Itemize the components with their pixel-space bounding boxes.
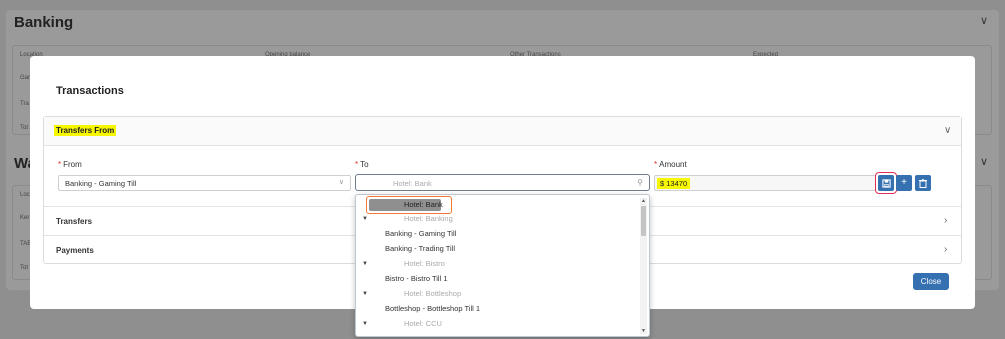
required-marker: *: [58, 160, 62, 169]
option-group: Hotel: Banking: [404, 214, 453, 223]
from-label: * From: [58, 160, 82, 169]
close-button[interactable]: Close: [913, 273, 949, 290]
table-header: Loc: [20, 192, 30, 198]
dropdown-option[interactable]: Banking - Gaming Till: [385, 229, 456, 238]
selected-option[interactable]: Hotel: Bank: [369, 199, 443, 211]
option-group: Hotel: Bottleshop: [404, 289, 462, 298]
amount-value: $ 13470: [657, 178, 691, 189]
chevron-right-icon: ›: [944, 215, 948, 226]
transfers-section-title: Transfers: [56, 217, 93, 226]
page-title: Banking: [14, 14, 74, 31]
save-icon: [881, 178, 891, 188]
payments-section-title: Payments: [56, 246, 94, 255]
dropdown-option[interactable]: Bottleshop - Bottleshop Till 1: [385, 304, 480, 313]
caret-down-icon[interactable]: ▼: [362, 216, 368, 222]
chevron-down-icon[interactable]: ∨: [980, 155, 988, 168]
modal-title: Transactions: [56, 85, 124, 97]
option-group: Hotel: CCU: [404, 319, 442, 328]
transfers-from-header[interactable]: Transfers From ∨: [44, 117, 961, 146]
table-row: Ker: [20, 215, 30, 221]
from-select[interactable]: Banking - Gaming Till ∨: [58, 175, 351, 191]
chevron-right-icon: ›: [944, 244, 948, 255]
to-dropdown-list: Hotel: Bank ▼ Hotel: Banking Banking - G…: [355, 194, 650, 337]
caret-down-icon[interactable]: ▼: [362, 291, 368, 297]
required-marker: *: [654, 160, 658, 169]
amount-label: * Amount: [654, 160, 687, 169]
to-placeholder: Hotel: Bank: [393, 179, 432, 188]
dropdown-option[interactable]: Banking - Trading Till: [385, 244, 455, 253]
table-row: Tot: [20, 265, 29, 271]
to-search-input[interactable]: Hotel: Bank ⚲: [355, 174, 650, 191]
table-row: Tra: [20, 101, 29, 107]
save-button[interactable]: [878, 175, 894, 191]
scroll-down-icon[interactable]: ▼: [640, 328, 647, 334]
caret-down-icon[interactable]: ▼: [362, 261, 368, 267]
chevron-down-icon[interactable]: ∨: [944, 125, 951, 136]
trash-icon: [919, 178, 927, 188]
chevron-down-icon[interactable]: ∨: [980, 14, 988, 27]
required-marker: *: [355, 160, 359, 169]
table-row: Tot: [20, 125, 29, 131]
from-select-value: Banking - Gaming Till: [65, 179, 137, 188]
option-group: Hotel: Bistro: [404, 259, 445, 268]
transfers-from-title: Transfers From: [54, 125, 117, 136]
dropdown-scrollbar[interactable]: ▲ ▼: [640, 198, 647, 334]
chevron-down-icon: ∨: [338, 179, 344, 186]
dropdown-option[interactable]: Bistro - Bistro Till 1: [385, 274, 448, 283]
caret-down-icon[interactable]: ▼: [362, 321, 368, 327]
add-button[interactable]: +: [896, 175, 912, 191]
search-icon: ⚲: [637, 178, 643, 187]
plus-icon: +: [901, 177, 907, 188]
scroll-up-icon[interactable]: ▲: [640, 198, 647, 204]
amount-input[interactable]: $ 13470: [654, 175, 876, 191]
to-label: * To: [355, 160, 369, 169]
delete-button[interactable]: [915, 175, 931, 191]
scrollbar-thumb[interactable]: [641, 206, 646, 236]
